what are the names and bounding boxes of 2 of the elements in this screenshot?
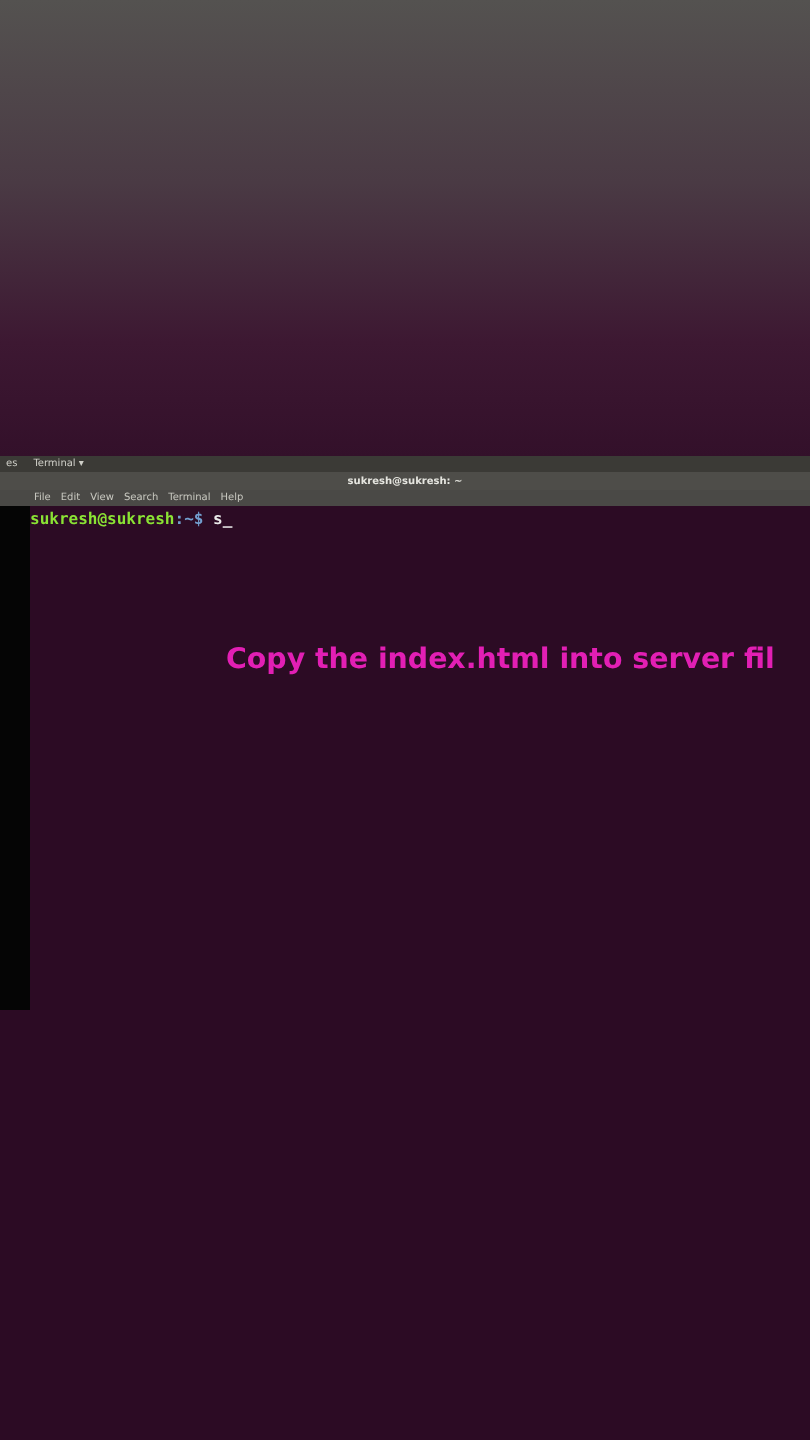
caption-text: Copy the index.html into server fil bbox=[226, 644, 777, 676]
terminal-prompt: sukresh@sukresh:~$ s_ bbox=[30, 508, 235, 530]
